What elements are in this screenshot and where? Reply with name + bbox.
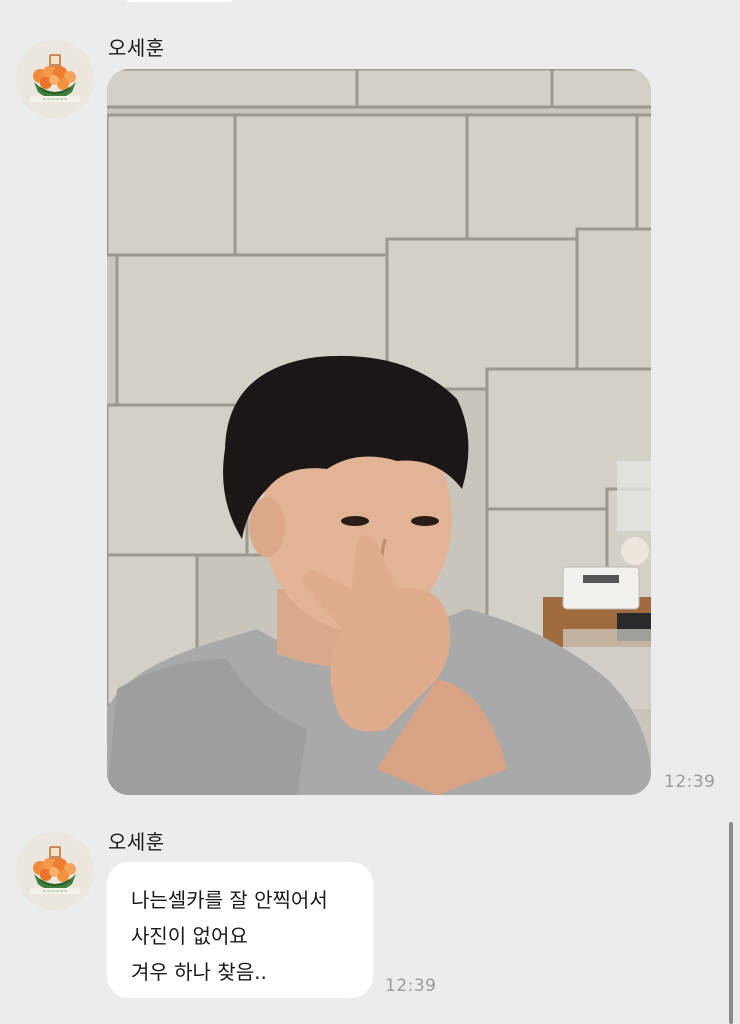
scrollbar[interactable] bbox=[729, 822, 733, 1024]
message-text-line: 겨우 하나 찾음.. bbox=[131, 960, 267, 984]
sender-name: 오세훈 bbox=[108, 36, 165, 60]
photo-message[interactable] bbox=[107, 69, 651, 795]
message-time: 12:39 bbox=[385, 976, 437, 996]
chat-screen: ~~~~~~ 오세훈 12:39 ~~~~~~ 오세훈 나는셀카를 잘 안찍어서… bbox=[0, 0, 740, 1024]
previous-message-bubble bbox=[118, 0, 240, 2]
message-text-line: 나는셀카를 잘 안찍어서 bbox=[131, 888, 328, 912]
sender-name: 오세훈 bbox=[108, 830, 165, 854]
message-time: 12:39 bbox=[664, 772, 716, 792]
svg-text:~~~~~~: ~~~~~~ bbox=[42, 97, 67, 103]
message-text-line: 사진이 없어요 bbox=[131, 924, 248, 948]
avatar-flower-bouquet-icon: ~~~~~~ bbox=[16, 40, 94, 118]
avatar-flower-bouquet-icon: ~~~~~~ bbox=[16, 832, 94, 910]
svg-text:~~~~~~: ~~~~~~ bbox=[42, 889, 67, 895]
sender-avatar[interactable]: ~~~~~~ bbox=[16, 40, 94, 118]
text-message-bubble[interactable]: 나는셀카를 잘 안찍어서 사진이 없어요 겨우 하나 찾음.. bbox=[107, 862, 373, 998]
selfie-photo bbox=[107, 69, 651, 795]
sender-avatar[interactable]: ~~~~~~ bbox=[16, 832, 94, 910]
